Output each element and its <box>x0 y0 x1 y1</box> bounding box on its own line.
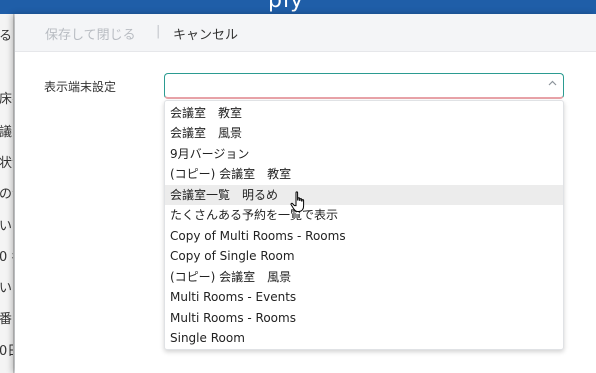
cancel-button[interactable]: キャンセル <box>173 24 238 43</box>
background-text: 床名 <box>0 92 13 107</box>
dropdown-option[interactable]: (コピー) 会議室 風景 <box>165 267 563 287</box>
dropdown-option-hovered[interactable]: 会議室一覧 明るめ <box>165 185 563 205</box>
action-bar: 保存して閉じる | キャンセル <box>15 14 596 52</box>
chevron-up-icon[interactable] <box>548 78 557 89</box>
dropdown-option[interactable]: Multi Rooms - Events <box>165 287 563 307</box>
background-text: る <box>0 29 13 44</box>
background-text: 番の <box>0 312 13 327</box>
dropdown-option[interactable]: たくさんある予約を一覧で表示 <box>165 205 563 225</box>
hand-pointer-icon <box>290 191 305 212</box>
dropdown-option[interactable]: 9月バージョン <box>165 144 563 164</box>
dropdown-option[interactable]: 会議室 教室 <box>165 103 563 123</box>
background-text: の会 <box>0 187 13 202</box>
display-device-label: 表示端末設定 <box>44 80 117 94</box>
dropdown-option[interactable]: Single Room <box>165 328 563 348</box>
background-text: い <box>0 219 13 234</box>
background-text: 0日 <box>0 340 13 359</box>
window-title: ply <box>268 0 305 13</box>
window-title-bar: ply <box>0 0 596 14</box>
dropdown-option[interactable]: Copy of Multi Rooms - Rooms <box>165 226 563 246</box>
dropdown-option[interactable]: Copy of Single Room <box>165 246 563 266</box>
display-device-select[interactable] <box>164 73 564 99</box>
dropdown-option[interactable]: 会議室 風景 <box>165 123 563 143</box>
background-page-strip: る 床名 議 1 状況 の会 い 0 名 い 番の 0日 <box>0 14 14 373</box>
background-text: い <box>0 281 13 296</box>
dropdown-option[interactable]: (コピー) 会議室 教室 <box>165 164 563 184</box>
save-and-close-button[interactable]: 保存して閉じる <box>45 24 136 43</box>
background-text: 議 1 <box>0 125 13 140</box>
toolbar-separator: | <box>156 24 161 39</box>
dropdown-option[interactable]: Multi Rooms - Rooms <box>165 308 563 328</box>
background-text: 0 名 <box>0 246 13 265</box>
device-options-dropdown: 会議室 教室 会議室 風景 9月バージョン (コピー) 会議室 教室 会議室一覧… <box>164 100 564 350</box>
background-text: 状況 <box>0 156 13 171</box>
